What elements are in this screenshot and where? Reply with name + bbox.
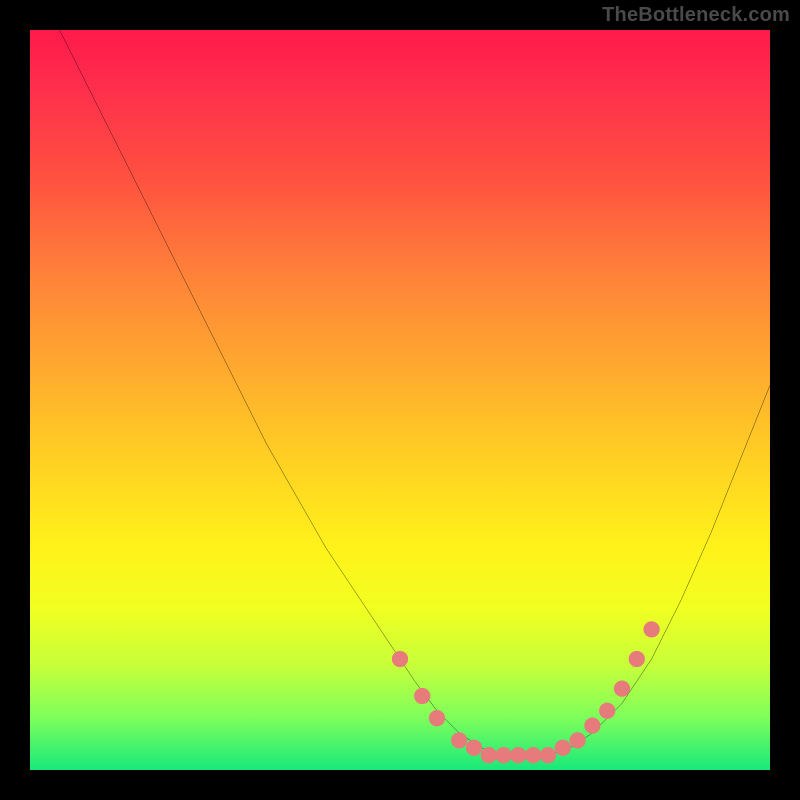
marker-dot bbox=[599, 703, 615, 719]
marker-dot bbox=[555, 740, 571, 756]
chart-stage: TheBottleneck.com bbox=[0, 0, 800, 800]
marker-dots bbox=[392, 621, 660, 763]
chart-svg bbox=[30, 30, 770, 770]
marker-dot bbox=[481, 747, 497, 763]
marker-dot bbox=[392, 651, 408, 667]
plot-area bbox=[30, 30, 770, 770]
marker-dot bbox=[643, 621, 659, 637]
marker-dot bbox=[510, 747, 526, 763]
marker-dot bbox=[629, 651, 645, 667]
marker-dot bbox=[466, 740, 482, 756]
marker-dot bbox=[429, 710, 445, 726]
curve-line bbox=[60, 30, 770, 755]
marker-dot bbox=[414, 688, 430, 704]
marker-dot bbox=[614, 680, 630, 696]
marker-dot bbox=[495, 747, 511, 763]
marker-dot bbox=[540, 747, 556, 763]
marker-dot bbox=[569, 732, 585, 748]
marker-dot bbox=[584, 717, 600, 733]
watermark-text: TheBottleneck.com bbox=[602, 4, 790, 27]
marker-dot bbox=[451, 732, 467, 748]
marker-dot bbox=[525, 747, 541, 763]
